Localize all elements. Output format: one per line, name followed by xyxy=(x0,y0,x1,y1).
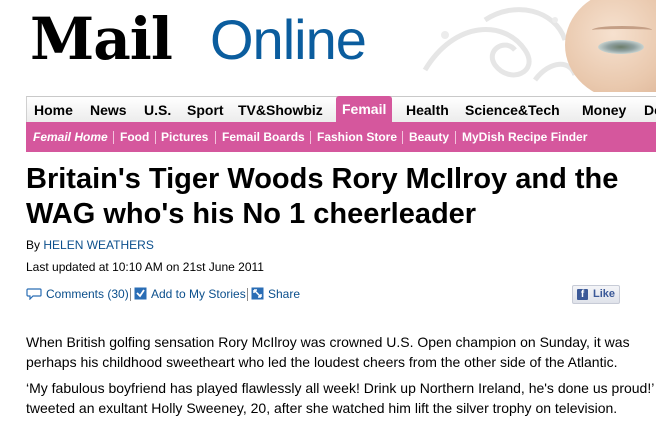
subnav-divider xyxy=(215,131,216,144)
facebook-like-button[interactable]: f Like xyxy=(572,285,620,304)
last-updated: Last updated at 10:10 AM on 21st June 20… xyxy=(26,260,264,274)
add-stories-icon xyxy=(134,287,147,300)
logo-mail[interactable]: Mail xyxy=(30,6,173,72)
subnav-divider xyxy=(455,131,456,144)
femail-subnav: Femail Home Food Pictures Femail Boards … xyxy=(26,122,656,152)
like-label: Like xyxy=(593,288,616,300)
nav-item-femail[interactable]: Femail xyxy=(336,96,393,123)
byline-prefix: By xyxy=(26,238,41,252)
facebook-icon: f xyxy=(577,289,588,300)
nav-item-tvshowbiz[interactable]: TV&Showbiz xyxy=(238,97,323,123)
subnav-item-fashion-store[interactable]: Fashion Store xyxy=(317,122,397,152)
comments-link[interactable]: Comments (30) xyxy=(26,286,129,304)
byline: By HELEN WEATHERS xyxy=(26,238,154,252)
speech-bubble-icon xyxy=(26,288,42,300)
nav-item-health[interactable]: Health xyxy=(406,97,449,123)
decorative-swirl-graphic xyxy=(422,7,575,82)
share-label: Share xyxy=(268,287,301,301)
subnav-divider xyxy=(155,131,156,144)
action-divider xyxy=(247,288,248,301)
add-to-stories-link[interactable]: Add to My Stories xyxy=(134,286,246,304)
add-stories-label: Add to My Stories xyxy=(151,287,246,301)
subnav-divider xyxy=(310,131,311,144)
model-eye xyxy=(598,40,644,54)
article-headline: Britain's Tiger Woods Rory McIlroy and t… xyxy=(26,163,619,230)
comments-label: Comments (30) xyxy=(46,287,129,301)
nav-item-news[interactable]: News xyxy=(90,97,127,123)
article-paragraph: ‘My fabulous boyfriend has played flawle… xyxy=(26,380,654,416)
nav-item-de[interactable]: De xyxy=(644,97,656,123)
subnav-divider xyxy=(402,131,403,144)
logo-online[interactable]: Online xyxy=(210,10,367,70)
nav-item-sport[interactable]: Sport xyxy=(187,97,224,123)
subnav-item-pictures[interactable]: Pictures xyxy=(161,122,208,152)
subnav-divider xyxy=(113,131,114,144)
nav-item-home[interactable]: Home xyxy=(34,97,73,123)
nav-item-us[interactable]: U.S. xyxy=(144,97,171,123)
subnav-item-femail-boards[interactable]: Femail Boards xyxy=(222,122,305,152)
author-link[interactable]: HELEN WEATHERS xyxy=(43,238,153,252)
model-brow xyxy=(592,26,652,34)
share-link[interactable]: Share xyxy=(251,286,300,304)
share-icon xyxy=(251,287,264,300)
article-action-bar: Comments (30) Add to My Stories Share xyxy=(26,286,626,304)
nav-item-money[interactable]: Money xyxy=(582,97,626,123)
subnav-item-femail-home[interactable]: Femail Home xyxy=(33,122,108,152)
subnav-item-food[interactable]: Food xyxy=(120,122,149,152)
subnav-item-mydish[interactable]: MyDish Recipe Finder xyxy=(462,122,587,152)
article-paragraph: When British golfing sensation Rory McIl… xyxy=(26,334,630,370)
nav-item-sciencetech[interactable]: Science&Tech xyxy=(465,97,560,123)
action-divider xyxy=(130,288,131,301)
masthead: Mail Online xyxy=(0,0,656,92)
main-nav: Home News U.S. Sport TV&Showbiz Femail H… xyxy=(26,96,656,123)
subnav-item-beauty[interactable]: Beauty xyxy=(409,122,449,152)
